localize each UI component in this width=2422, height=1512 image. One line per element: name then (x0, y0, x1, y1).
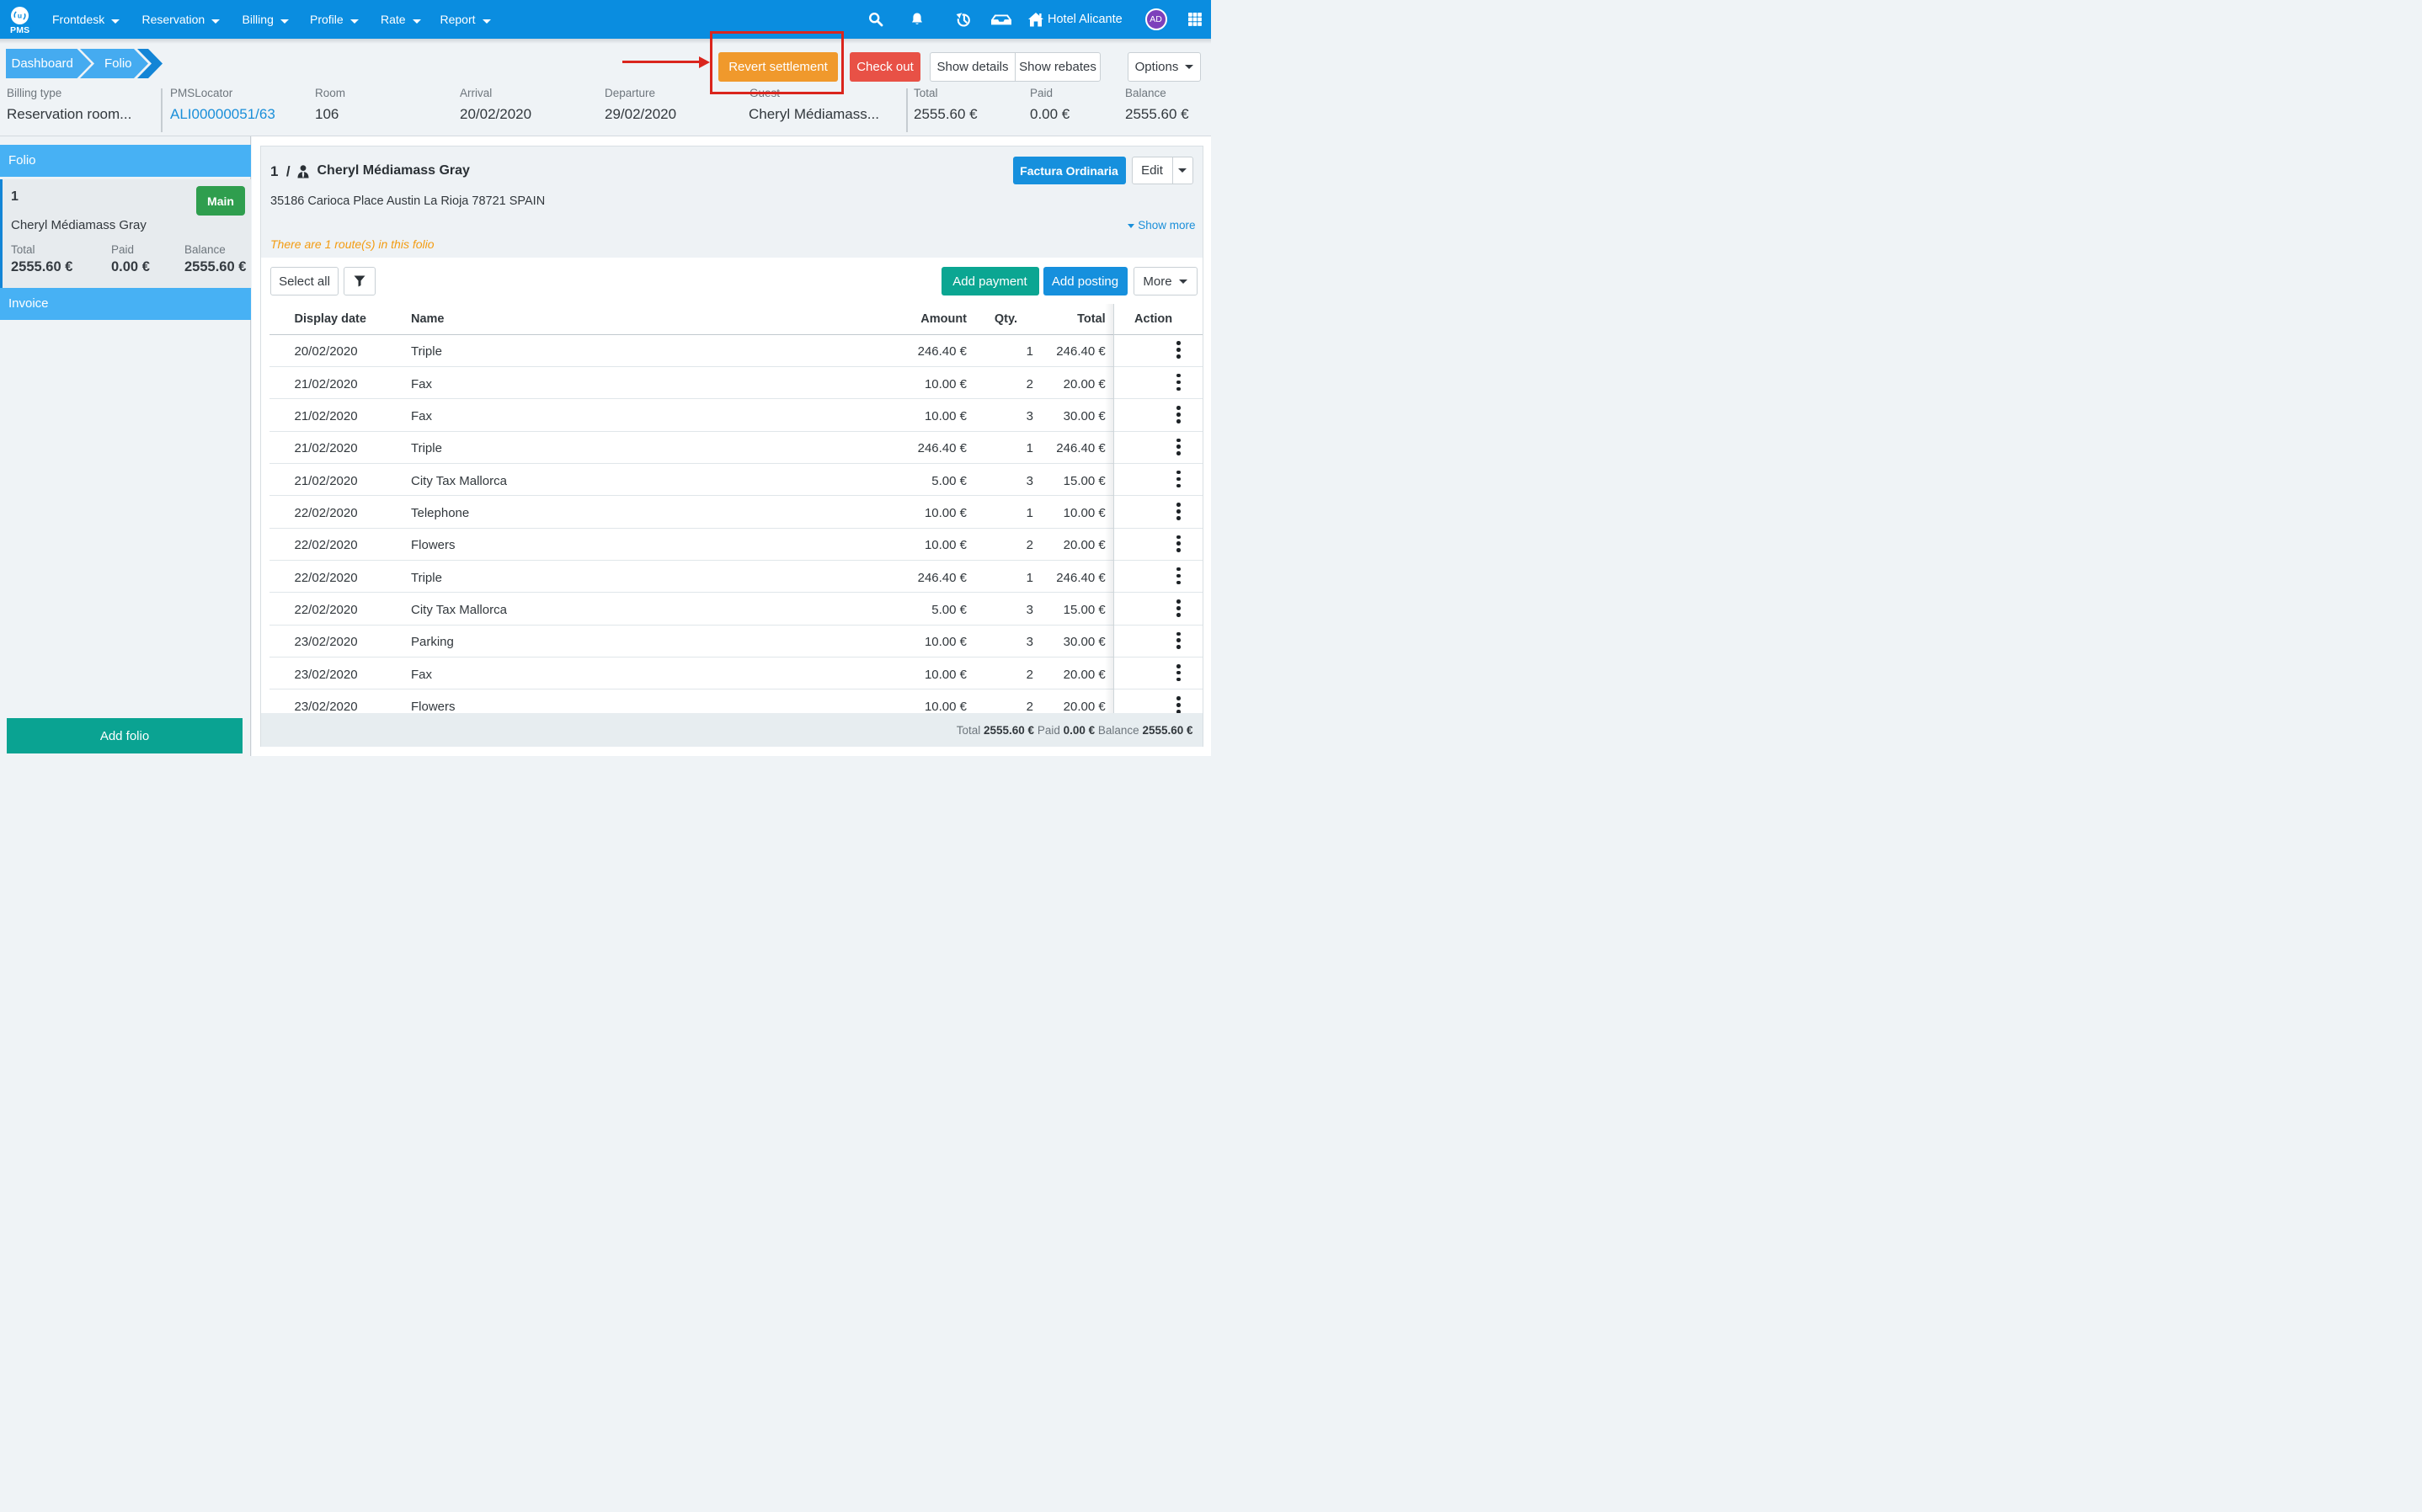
svg-text:u: u (17, 11, 21, 19)
